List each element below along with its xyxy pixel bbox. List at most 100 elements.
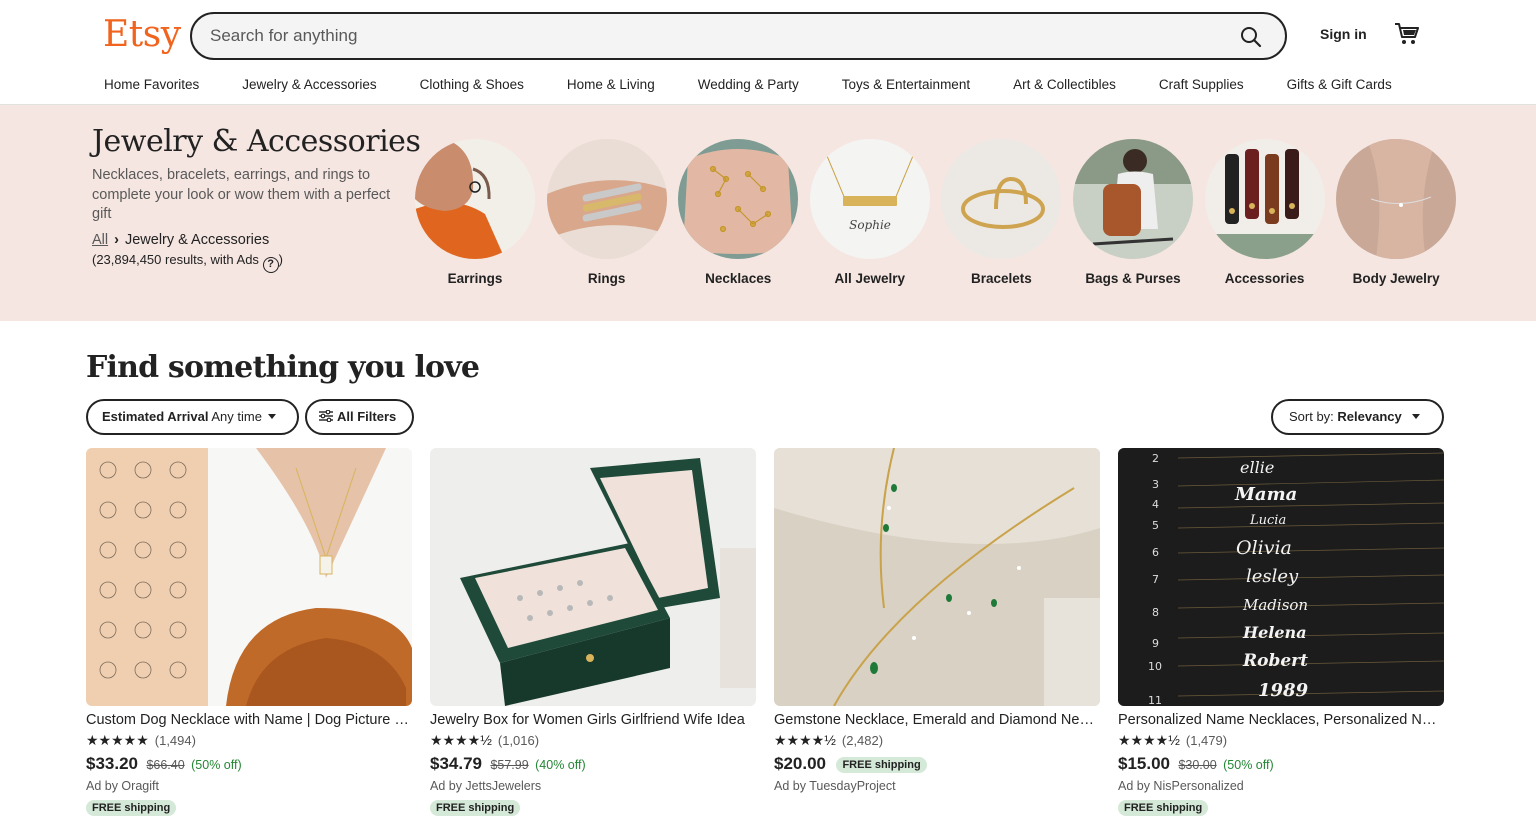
subcategory-bags-purses[interactable]: Bags & Purses	[1072, 139, 1193, 286]
listing-image[interactable]	[774, 448, 1100, 706]
listing-image[interactable]	[86, 448, 412, 706]
subcategory-label: Rings	[587, 271, 626, 286]
sign-in-link[interactable]: Sign in	[1320, 26, 1367, 42]
sort-label: Sort by:	[1289, 409, 1334, 424]
nav-home-living[interactable]: Home & Living	[567, 76, 655, 96]
review-count: (1,479)	[1185, 733, 1228, 748]
estimated-arrival-filter[interactable]: Estimated Arrival Any time	[86, 399, 299, 435]
chevron-right-icon: ›	[114, 232, 119, 248]
original-price: $66.40	[146, 758, 185, 772]
category-description: Necklaces, bracelets, earrings, and ring…	[92, 167, 391, 222]
search-input[interactable]	[210, 14, 1210, 58]
subcategory-label: Bags & Purses	[1085, 271, 1181, 286]
svg-text:3: 3	[1152, 478, 1159, 491]
svg-text:Mama: Mama	[1234, 484, 1297, 505]
caret-down-icon	[1411, 414, 1420, 419]
listing-card[interactable]: Gemstone Necklace, Emerald and Diamond N…	[774, 448, 1100, 816]
results-close: )	[278, 252, 283, 267]
free-shipping-badge: FREE shipping	[86, 800, 177, 816]
nav-toys-entertainment[interactable]: Toys & Entertainment	[842, 76, 970, 96]
free-shipping-badge: FREE shipping	[1118, 800, 1209, 816]
svg-text:5: 5	[1152, 519, 1159, 532]
listing-card[interactable]: Jewelry Box for Women Girls Girlfriend W…	[430, 448, 756, 816]
subcategory-rings[interactable]: Rings	[546, 139, 667, 286]
subcategory-bracelets[interactable]: Bracelets	[941, 139, 1062, 286]
svg-text:Robert: Robert	[1242, 651, 1308, 671]
subcategory-accessories[interactable]: Accessories	[1204, 139, 1325, 286]
subcategory-body-jewelry[interactable]: Body Jewelry	[1336, 139, 1457, 286]
listing-price: $34.79 $57.99 (40% off)	[430, 753, 756, 776]
svg-text:lesley: lesley	[1246, 566, 1299, 587]
ad-seller[interactable]: Ad by JettsJewelers	[430, 777, 756, 795]
listing-title[interactable]: Custom Dog Necklace with Name | Dog Pict…	[86, 710, 412, 730]
nav-home-favorites[interactable]: Home Favorites	[104, 76, 199, 96]
listing-image[interactable]: 2 3 4 5 6 7 8 9 10 11 ellie Mama Lucia Olivia l…	[1118, 448, 1444, 706]
star-rating-icon: ★★★★½	[430, 732, 492, 748]
svg-text:10: 10	[1148, 660, 1162, 673]
original-price: $30.00	[1178, 758, 1217, 772]
subcategory-label: All Jewelry	[834, 271, 906, 286]
caret-down-icon	[267, 414, 276, 419]
listing-grid: Custom Dog Necklace with Name | Dog Pict…	[86, 448, 1444, 816]
search-icon[interactable]	[1239, 25, 1263, 49]
category-title: Jewelry & Accessories	[92, 124, 421, 159]
listing-card[interactable]: Custom Dog Necklace with Name | Dog Pict…	[86, 448, 412, 816]
cart-icon[interactable]	[1394, 22, 1420, 46]
svg-text:7: 7	[1152, 573, 1159, 586]
body-jewelry-image	[1336, 139, 1457, 259]
bracelets-image	[941, 139, 1062, 259]
subcategory-all-jewelry[interactable]: Sophie All Jewelry	[809, 139, 930, 286]
listing-image[interactable]	[430, 448, 756, 706]
results-text: (23,894,450 results, with Ads	[92, 252, 259, 267]
review-count: (1,494)	[154, 733, 196, 748]
listing-card[interactable]: 2 3 4 5 6 7 8 9 10 11 ellie Mama Lucia Olivia l…	[1118, 448, 1444, 816]
discount: (40% off)	[535, 758, 586, 772]
filter-value: Any time	[211, 409, 262, 424]
subcategory-list: Earrings Rings Necklaces Sophie All Jewe…	[415, 139, 1468, 286]
listing-title[interactable]: Jewelry Box for Women Girls Girlfriend W…	[430, 710, 756, 730]
sale-price: $20.00	[774, 754, 826, 773]
subcategory-earrings[interactable]: Earrings	[415, 139, 535, 286]
nav-jewelry-accessories[interactable]: Jewelry & Accessories	[242, 76, 376, 96]
search-bar	[190, 12, 1287, 60]
subcategory-label: Necklaces	[705, 271, 772, 286]
accessories-image	[1204, 139, 1325, 259]
all-filters-button[interactable]: All Filters	[305, 399, 414, 435]
listing-title[interactable]: Personalized Name Necklaces, Personalize…	[1118, 710, 1444, 730]
filter-sliders-icon	[319, 409, 333, 423]
ad-seller[interactable]: Ad by TuesdayProject	[774, 777, 1100, 795]
svg-text:2: 2	[1152, 452, 1159, 465]
nav-wedding-party[interactable]: Wedding & Party	[698, 76, 799, 96]
all-filters-label: All Filters	[337, 409, 397, 424]
site-header: Etsy Sign in Home Favorites Jewelry & Ac…	[0, 0, 1536, 105]
svg-text:Olivia: Olivia	[1236, 537, 1292, 559]
svg-text:1989: 1989	[1258, 680, 1309, 701]
breadcrumb-current: Jewelry & Accessories	[124, 232, 270, 248]
star-rating-icon: ★★★★½	[1118, 732, 1180, 748]
svg-text:Helena: Helena	[1242, 623, 1307, 642]
earrings-image	[415, 139, 535, 259]
help-icon[interactable]: ?	[262, 257, 279, 273]
subcategory-label: Earrings	[447, 271, 503, 286]
etsy-logo[interactable]: Etsy	[103, 13, 181, 57]
review-count: (2,482)	[841, 733, 884, 748]
svg-text:8: 8	[1152, 606, 1159, 619]
star-rating-icon: ★★★★★	[86, 732, 149, 748]
listing-price: $20.00 FREE shipping	[774, 753, 1100, 776]
nav-gifts-gift-cards[interactable]: Gifts & Gift Cards	[1287, 76, 1392, 96]
ad-seller[interactable]: Ad by NisPersonalized	[1118, 777, 1444, 795]
svg-text:6: 6	[1152, 546, 1159, 559]
listing-rating: ★★★★★ (1,494)	[86, 731, 412, 750]
sale-price: $34.79	[430, 754, 482, 773]
nav-art-collectibles[interactable]: Art & Collectibles	[1013, 76, 1116, 96]
star-rating-icon: ★★★★½	[774, 732, 836, 748]
sort-dropdown[interactable]: Sort by: Relevancy	[1271, 399, 1444, 435]
breadcrumb-all-link[interactable]: All	[92, 232, 108, 248]
discount: (50% off)	[1223, 758, 1274, 772]
ad-seller[interactable]: Ad by Oragift	[86, 777, 412, 795]
nav-clothing-shoes[interactable]: Clothing & Shoes	[420, 76, 524, 96]
nav-craft-supplies[interactable]: Craft Supplies	[1159, 76, 1244, 96]
listing-title[interactable]: Gemstone Necklace, Emerald and Diamond N…	[774, 710, 1100, 730]
filter-label: Estimated Arrival	[102, 409, 209, 424]
subcategory-necklaces[interactable]: Necklaces	[678, 139, 799, 286]
